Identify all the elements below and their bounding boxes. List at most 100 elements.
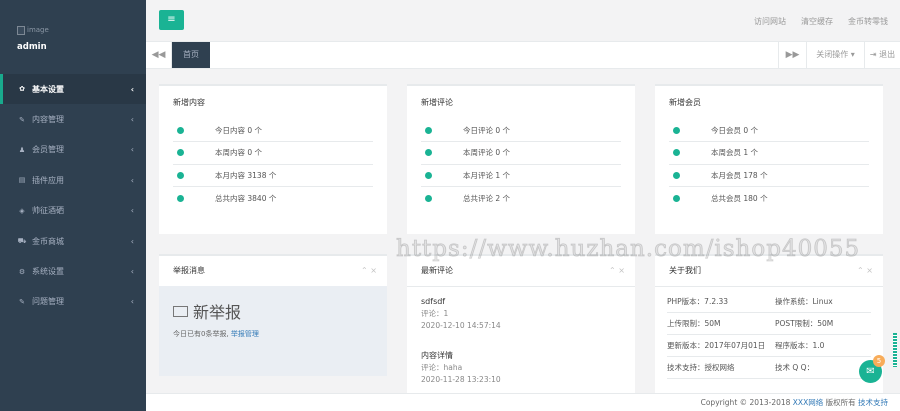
book-icon: ▤ <box>18 176 26 185</box>
menu-toggle-button[interactable]: ≡ <box>159 10 184 30</box>
tab-scroll-right-button[interactable]: ▶▶ <box>778 42 806 68</box>
report-manage-link[interactable]: 举报管理 <box>231 330 259 338</box>
panel-title: 新增评论 <box>421 98 453 107</box>
stat-row: 今日内容 0 个 <box>173 120 373 143</box>
about-row: 技术支持：授权网络 技术 Q Q： <box>667 357 871 379</box>
gear-icon: ✿ <box>19 85 25 94</box>
stat-row: 本月内容 3138 个 <box>173 165 373 187</box>
report-count-text: 今日已有0条举报, <box>173 330 229 338</box>
about-cell: 技术 Q Q： <box>775 363 815 372</box>
comment-text: 评论：1 <box>421 309 449 318</box>
status-dot-icon <box>425 149 432 157</box>
sidebar-item-label: 问题管理 <box>32 297 64 307</box>
chevron-left-icon: ‹ <box>130 267 134 277</box>
latest-comments-panel: 最新评论 ⌃ × sdfsdf 评论：1 2020-12-10 14:57:14 内容… <box>407 254 635 394</box>
cart-icon: ⛟ <box>17 236 27 245</box>
brand-link[interactable]: XXX网络 <box>793 398 823 407</box>
stat-row: 总共会员 180 个 <box>669 187 869 209</box>
status-dot-icon <box>673 171 680 179</box>
chevron-left-icon: ‹ <box>130 206 134 216</box>
stat-text: 本月会员 178 个 <box>711 170 768 180</box>
stat-text: 本月评论 1 个 <box>463 170 511 180</box>
report-text: 今日已有0条举报, 举报管理 <box>173 329 373 339</box>
sidebar-item[interactable]: ✿ 基本设置 ‹ <box>0 74 146 105</box>
scroll-indicator[interactable] <box>893 333 897 367</box>
visit-site-link[interactable]: 访问网站 <box>754 16 786 27</box>
stat-list: 今日内容 0 个本周内容 0 个本月内容 3138 个总共内容 3840 个 <box>159 120 387 209</box>
profile-image[interactable]: image <box>17 24 146 36</box>
tab-bar: ◀◀ 首页 ▶▶ 关闭操作 ▾ ⇥ 退出 <box>146 42 900 69</box>
comment-title: 内容详情 <box>421 351 453 360</box>
sidebar-item[interactable]: ♟ 会员管理 ‹ <box>0 135 146 165</box>
sidebar-item[interactable]: ✎ 问题管理 ‹ <box>0 287 146 317</box>
comment-item[interactable]: sdfsdf 评论：1 2020-12-10 14:57:14 <box>407 287 635 341</box>
stat-row: 今日评论 0 个 <box>421 120 621 143</box>
username[interactable]: admin <box>17 42 146 52</box>
stat-row: 总共评论 2 个 <box>421 187 621 209</box>
logout-button[interactable]: ⇥ 退出 <box>864 42 900 68</box>
sidebar-item-label: 帅征酒硒 <box>32 206 64 216</box>
sidebar-item[interactable]: ⚙ 系统设置 ‹ <box>0 256 146 286</box>
stat-text: 总共内容 3840 个 <box>215 193 277 203</box>
new-content-panel: 新增内容 今日内容 0 个本周内容 0 个本月内容 3138 个总共内容 384… <box>159 84 387 234</box>
chevron-left-icon: ‹ <box>130 145 134 155</box>
footer: Copyright © 2013-2018 XXX网络 版权所有 技术支持 <box>146 393 900 411</box>
status-dot-icon <box>177 149 184 157</box>
stat-row: 今日会员 0 个 <box>669 120 869 143</box>
watermark-text: https://www.huzhan.com/ishop40055 <box>396 236 861 263</box>
envelope-icon <box>173 305 188 317</box>
comments-list: sdfsdf 评论：1 2020-12-10 14:57:14 内容详情 评论：haha… <box>407 287 635 394</box>
about-cell: 更新版本：2017年07月01日 <box>667 341 766 350</box>
chat-badge: 5 <box>873 355 885 367</box>
sidebar-item-label: 金币商城 <box>32 236 64 246</box>
stat-row: 本月评论 1 个 <box>421 165 621 187</box>
status-dot-icon <box>673 194 680 202</box>
report-heading-text: 新举报 <box>193 303 242 322</box>
sidebar-item[interactable]: ⛟ 金币商城 ‹ <box>0 226 146 256</box>
status-dot-icon <box>177 171 184 179</box>
user-icon: ♟ <box>18 145 26 154</box>
status-dot-icon <box>673 127 680 135</box>
comment-time: 2020-12-10 14:57:14 <box>421 321 501 330</box>
rights-text: 版权所有 <box>825 398 856 407</box>
stat-text: 今日内容 0 个 <box>215 126 263 136</box>
status-dot-icon <box>177 127 184 135</box>
coin-to-change-link[interactable]: 金币转零钱 <box>848 16 888 27</box>
status-dot-icon <box>177 194 184 202</box>
sidebar-item[interactable]: ▤ 插件应用 ‹ <box>0 165 146 195</box>
profile-image-alt: image <box>27 26 49 34</box>
tab-home[interactable]: 首页 <box>172 42 210 68</box>
stat-row: 总共内容 3840 个 <box>173 187 373 209</box>
status-dot-icon <box>673 149 680 157</box>
stat-text: 本周评论 0 个 <box>463 148 511 158</box>
broken-image-icon <box>17 25 25 35</box>
about-cell: 上传限制：50M <box>667 319 721 328</box>
sidebar-item-label: 会员管理 <box>32 145 64 155</box>
close-operations-dropdown[interactable]: 关闭操作 ▾ <box>806 42 864 68</box>
chevron-left-icon: ‹ <box>130 115 134 125</box>
cogs-icon: ⚙ <box>18 267 26 276</box>
about-table: PHP版本：7.2.33 操作系统：Linux 上传限制：50M POST限制：50M… <box>655 287 883 379</box>
stat-row: 本周内容 0 个 <box>173 142 373 165</box>
stat-row: 本周评论 0 个 <box>421 142 621 165</box>
sidebar-item[interactable]: ✎ 内容管理 ‹ <box>0 104 146 134</box>
sidebar-item[interactable]: ◈ 帅征酒硒 ‹ <box>0 196 146 226</box>
status-dot-icon <box>425 194 432 202</box>
sidebar-item-label: 插件应用 <box>32 175 64 185</box>
stat-text: 本周会员 1 个 <box>711 148 759 158</box>
panel-title: 举报消息 <box>173 266 205 275</box>
edit-icon: ✎ <box>19 115 25 124</box>
tab-scroll-left-button[interactable]: ◀◀ <box>146 42 172 68</box>
stat-row: 本月会员 178 个 <box>669 165 869 187</box>
comment-item[interactable]: 内容详情 评论：haha 2020-11-28 13:23:10 <box>407 341 635 394</box>
stat-text: 总共评论 2 个 <box>463 193 511 203</box>
clear-cache-link[interactable]: 清空缓存 <box>801 16 833 27</box>
report-body: 新举报 今日已有0条举报, 举报管理 <box>159 286 387 376</box>
stat-text: 今日评论 0 个 <box>463 126 511 136</box>
top-bar: ≡ 访问网站 清空缓存 金币转零钱 <box>146 0 900 42</box>
panel-tools[interactable]: ⌃ × <box>361 256 377 286</box>
sidebar-item-label: 基本设置 <box>32 84 64 94</box>
about-cell: 程序版本：1.0 <box>775 341 825 350</box>
support-link[interactable]: 技术支持 <box>858 398 888 407</box>
report-heading: 新举报 <box>173 299 373 323</box>
